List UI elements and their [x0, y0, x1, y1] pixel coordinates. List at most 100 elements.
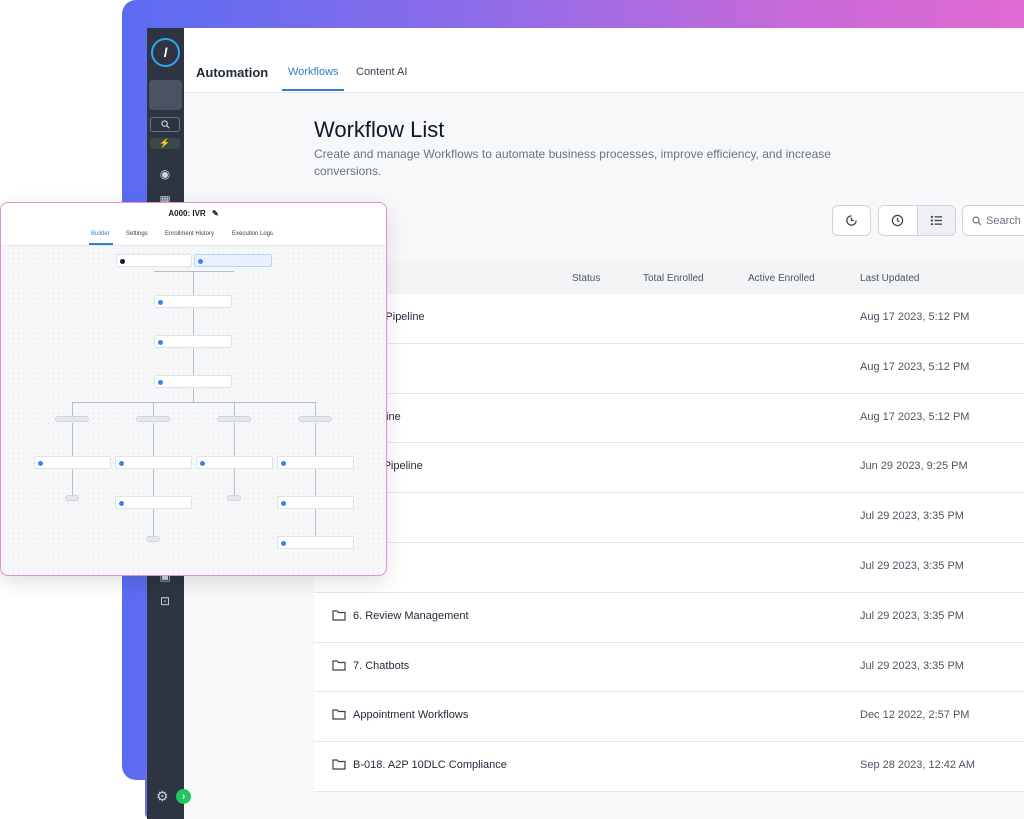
- reporting-icon[interactable]: ⊡: [156, 592, 174, 610]
- table-row[interactable]: ration Pipeline Jun 29 2023, 9:25 PM: [314, 443, 1024, 494]
- search-input[interactable]: Search: [962, 205, 1024, 236]
- end-marker: [65, 495, 79, 501]
- refresh-icon: [846, 215, 857, 226]
- search-placeholder: Search: [986, 214, 1021, 227]
- branch-label[interactable]: [298, 416, 332, 422]
- search-icon: [160, 120, 169, 129]
- chevron-right-icon[interactable]: ›: [176, 789, 191, 804]
- folder-icon: [332, 659, 346, 671]
- workflow-name[interactable]: 7. Chatbots: [353, 660, 409, 672]
- last-updated: Jul 29 2023, 3:35 PM: [860, 609, 964, 622]
- builder-tab-enrollment-history[interactable]: Enrollment History: [165, 231, 214, 237]
- connector: [234, 402, 235, 416]
- last-updated: Dec 12 2022, 2:57 PM: [860, 709, 970, 722]
- last-updated: Sep 28 2023, 12:42 AM: [860, 759, 975, 772]
- workflow-name[interactable]: Appointment Workflows: [353, 709, 468, 721]
- last-updated: Aug 17 2023, 5:12 PM: [860, 360, 970, 373]
- table-header: Status Total Enrolled Active Enrolled La…: [314, 262, 1024, 294]
- connector: [315, 509, 316, 536]
- connector: [153, 509, 154, 536]
- section-title: Automation: [196, 65, 269, 80]
- end-marker: [227, 495, 241, 501]
- end-marker: [146, 536, 160, 542]
- action-node[interactable]: [115, 456, 192, 469]
- column-last-updated[interactable]: Last Updated: [860, 273, 920, 284]
- search-icon: [972, 215, 982, 225]
- table-row[interactable]: 7. Chatbots Jul 29 2023, 3:35 PM: [314, 642, 1024, 693]
- history-view-button[interactable]: [879, 206, 917, 235]
- connector: [153, 469, 154, 496]
- builder-header: A000: IVR ✎ Builder Settings Enrollment …: [1, 203, 386, 246]
- table-row[interactable]: B-018. A2P 10DLC Compliance Sep 28 2023, …: [314, 742, 1024, 792]
- connector: [234, 423, 235, 456]
- rocket-icon[interactable]: ◉: [156, 165, 174, 183]
- builder-canvas: [1, 246, 386, 575]
- branch-label[interactable]: [136, 416, 170, 422]
- connector: [72, 423, 73, 456]
- clock-icon: [892, 214, 904, 227]
- connector: [153, 423, 154, 456]
- tab-workflows[interactable]: Workflows: [288, 66, 339, 78]
- connector: [193, 271, 194, 295]
- connector: [315, 469, 316, 496]
- branch-label[interactable]: [217, 416, 251, 422]
- view-toggle: [878, 205, 956, 236]
- action-node[interactable]: [277, 536, 354, 549]
- table-row[interactable]: keting Pipeline Aug 17 2023, 5:12 PM: [314, 294, 1024, 344]
- connector: [154, 271, 234, 272]
- table-row[interactable]: portJul 29 2023, 3:35 PM: [314, 493, 1024, 543]
- builder-active-tab-indicator: [89, 243, 113, 245]
- logo-icon[interactable]: l: [151, 38, 180, 67]
- action-node[interactable]: [196, 456, 273, 469]
- tab-content-ai[interactable]: Content AI: [356, 66, 407, 78]
- action-node[interactable]: [115, 496, 192, 509]
- pencil-icon[interactable]: ✎: [212, 209, 219, 218]
- page-title: Workflow List: [314, 117, 445, 142]
- trigger-node[interactable]: [116, 254, 192, 267]
- last-updated: Jul 29 2023, 3:35 PM: [860, 659, 964, 672]
- builder-tab-execution-logs[interactable]: Execution Logs: [232, 231, 273, 237]
- table-row[interactable]: s PipelineAug 17 2023, 5:12 PM: [314, 393, 1024, 444]
- workflow-builder-preview: A000: IVR ✎ Builder Settings Enrollment …: [0, 202, 387, 576]
- bolt-icon[interactable]: ⚡: [150, 138, 180, 149]
- connector: [193, 388, 194, 402]
- folder-icon: [332, 709, 346, 720]
- action-node[interactable]: [277, 456, 354, 469]
- connector: [315, 402, 316, 416]
- connector: [193, 308, 194, 335]
- workflow-table: Status Total Enrolled Active Enrolled La…: [314, 262, 1024, 792]
- workflow-name[interactable]: 6. Review Management: [353, 610, 469, 622]
- add-trigger-node[interactable]: [194, 254, 272, 267]
- column-active-enrolled[interactable]: Active Enrolled: [748, 273, 815, 284]
- connector: [72, 469, 73, 495]
- last-updated: Jul 29 2023, 3:35 PM: [860, 559, 964, 572]
- table-row[interactable]: sAug 17 2023, 5:12 PM: [314, 343, 1024, 394]
- action-node[interactable]: [154, 335, 232, 348]
- workflow-name[interactable]: B-018. A2P 10DLC Compliance: [353, 759, 507, 771]
- table-row[interactable]: erralJul 29 2023, 3:35 PM: [314, 542, 1024, 593]
- table-body: keting PipelineAug 17 2023, 5:12 PMsAug …: [314, 294, 1024, 792]
- active-tab-indicator: [282, 89, 344, 91]
- branch-label[interactable]: [55, 416, 89, 422]
- top-navigation: Automation Workflows Content AI: [184, 28, 1024, 93]
- action-node[interactable]: [154, 295, 232, 308]
- table-row[interactable]: 6. Review Management Jul 29 2023, 3:35 PM: [314, 592, 1024, 643]
- builder-tab-builder[interactable]: Builder: [91, 231, 110, 237]
- sidebar-search-button[interactable]: [150, 117, 180, 132]
- connector: [193, 348, 194, 375]
- action-node[interactable]: [277, 496, 354, 509]
- refresh-button[interactable]: [832, 205, 871, 236]
- builder-title: A000: IVR ✎: [168, 209, 219, 218]
- gear-icon[interactable]: ⚙: [156, 788, 169, 805]
- column-total-enrolled[interactable]: Total Enrolled: [643, 273, 704, 284]
- table-row[interactable]: Appointment Workflows Dec 12 2022, 2:57 P…: [314, 692, 1024, 743]
- account-switcher[interactable]: [149, 80, 182, 110]
- condition-node[interactable]: [154, 375, 232, 388]
- column-status[interactable]: Status: [572, 273, 600, 284]
- connector: [315, 423, 316, 456]
- builder-tab-settings[interactable]: Settings: [126, 231, 148, 237]
- last-updated: Jul 29 2023, 3:35 PM: [860, 510, 964, 523]
- action-node[interactable]: [34, 456, 111, 469]
- last-updated: Jun 29 2023, 9:25 PM: [860, 460, 968, 473]
- list-view-button[interactable]: [916, 206, 955, 235]
